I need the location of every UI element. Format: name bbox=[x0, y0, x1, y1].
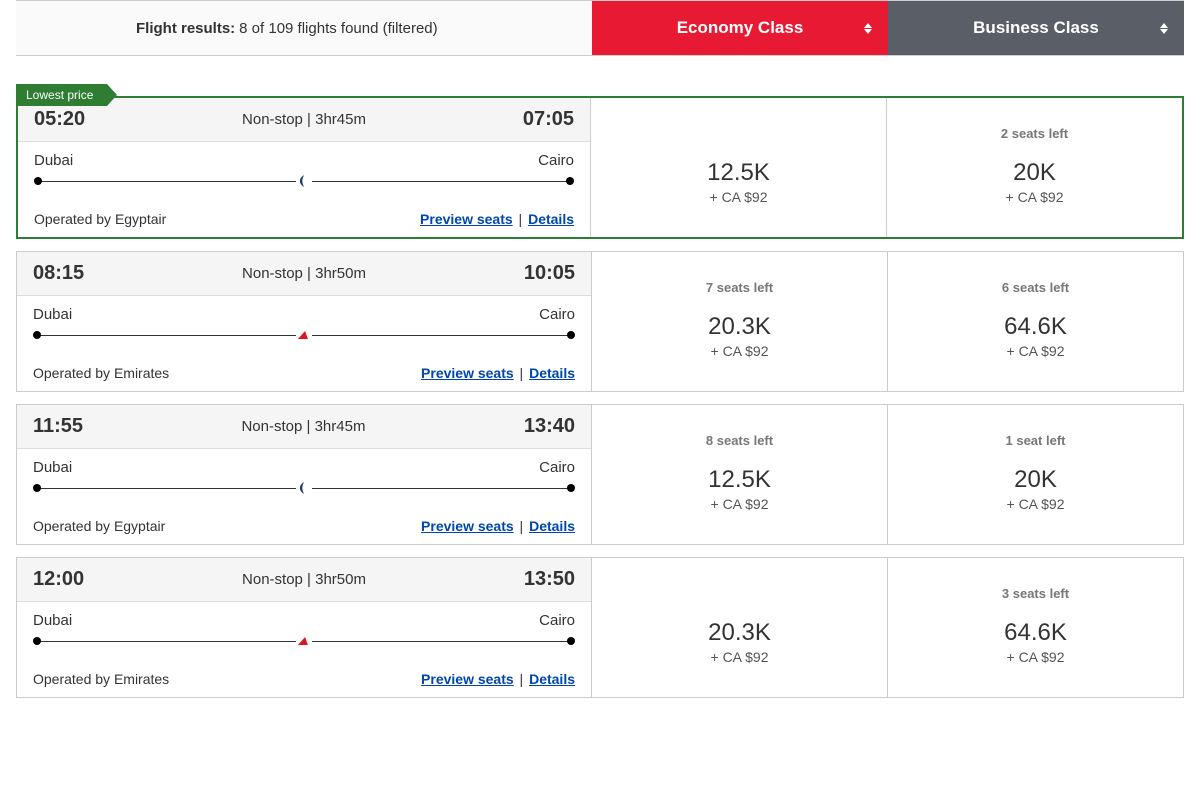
departure-time: 12:00 bbox=[33, 568, 84, 591]
results-summary: Flight results: 8 of 109 flights found (… bbox=[16, 1, 592, 55]
business-points: 64.6K bbox=[1004, 313, 1067, 341]
arrival-time: 13:40 bbox=[524, 415, 575, 438]
preview-seats-link[interactable]: Preview seats bbox=[420, 211, 513, 227]
preview-seats-link[interactable]: Preview seats bbox=[421, 518, 514, 534]
route-line bbox=[33, 325, 575, 345]
business-points: 20K bbox=[1013, 159, 1056, 187]
business-seats-left: 2 seats left bbox=[1001, 126, 1068, 141]
flight-info: 11:55 Non-stop | 3hr45m 13:40 Dubai Cair… bbox=[17, 405, 591, 544]
business-price-cell[interactable]: 6 seats left 64.6K + CA $92 bbox=[887, 252, 1183, 391]
business-extra: + CA $92 bbox=[1006, 189, 1064, 205]
lowest-price-badge: Lowest price bbox=[16, 84, 107, 106]
arrival-time: 10:05 bbox=[524, 262, 575, 285]
operated-by: Operated by Emirates bbox=[33, 365, 169, 381]
business-points: 64.6K bbox=[1004, 619, 1067, 647]
operated-by: Operated by Egyptair bbox=[33, 518, 165, 534]
results-count: 8 of 109 flights found (filtered) bbox=[239, 20, 437, 37]
economy-price-cell[interactable]: 8 seats left 12.5K + CA $92 bbox=[591, 405, 887, 544]
destination-city: Cairo bbox=[539, 306, 575, 323]
airline-icon bbox=[296, 173, 312, 189]
origin-city: Dubai bbox=[33, 459, 72, 476]
stops-duration: Non-stop | 3hr50m bbox=[242, 571, 366, 588]
operated-by: Operated by Emirates bbox=[33, 671, 169, 687]
preview-seats-link[interactable]: Preview seats bbox=[421, 671, 514, 687]
economy-points: 20.3K bbox=[708, 619, 771, 647]
route-line bbox=[33, 631, 575, 651]
business-price-cell[interactable]: 1 seat left 20K + CA $92 bbox=[887, 405, 1183, 544]
economy-extra: + CA $92 bbox=[710, 189, 768, 205]
economy-points: 20.3K bbox=[708, 313, 771, 341]
route-row: Dubai Cairo bbox=[18, 142, 590, 197]
route-line bbox=[33, 478, 575, 498]
business-class-header[interactable]: Business Class bbox=[888, 1, 1184, 55]
business-seats-left: 1 seat left bbox=[1006, 433, 1066, 448]
economy-price-cell[interactable]: . 20.3K + CA $92 bbox=[591, 558, 887, 697]
flight-info: 12:00 Non-stop | 3hr50m 13:50 Dubai Cair… bbox=[17, 558, 591, 697]
economy-extra: + CA $92 bbox=[711, 496, 769, 512]
origin-city: Dubai bbox=[33, 306, 72, 323]
results-header: Flight results: 8 of 109 flights found (… bbox=[16, 0, 1184, 56]
time-row: 08:15 Non-stop | 3hr50m 10:05 bbox=[17, 252, 591, 296]
preview-seats-link[interactable]: Preview seats bbox=[421, 365, 514, 381]
economy-class-header[interactable]: Economy Class bbox=[592, 1, 888, 55]
route-row: Dubai Cairo bbox=[17, 296, 591, 351]
stops-duration: Non-stop | 3hr50m bbox=[242, 265, 366, 282]
operated-by: Operated by Egyptair bbox=[34, 211, 166, 227]
economy-points: 12.5K bbox=[708, 466, 771, 494]
flight-card: 11:55 Non-stop | 3hr45m 13:40 Dubai Cair… bbox=[16, 404, 1184, 545]
route-row: Dubai Cairo bbox=[17, 449, 591, 504]
details-link[interactable]: Details bbox=[529, 365, 575, 381]
business-extra: + CA $92 bbox=[1007, 649, 1065, 665]
economy-price-cell[interactable]: 7 seats left 20.3K + CA $92 bbox=[591, 252, 887, 391]
arrival-time: 07:05 bbox=[523, 108, 574, 131]
economy-seats-left: 7 seats left bbox=[706, 280, 773, 295]
economy-extra: + CA $92 bbox=[711, 343, 769, 359]
economy-price-cell[interactable]: . 12.5K + CA $92 bbox=[590, 98, 886, 237]
stops-duration: Non-stop | 3hr45m bbox=[241, 418, 365, 435]
time-row: 11:55 Non-stop | 3hr45m 13:40 bbox=[17, 405, 591, 449]
airline-icon bbox=[296, 480, 312, 496]
route-line bbox=[34, 171, 574, 191]
results-label: Flight results: bbox=[136, 20, 235, 37]
time-row: 12:00 Non-stop | 3hr50m 13:50 bbox=[17, 558, 591, 602]
business-price-cell[interactable]: 3 seats left 64.6K + CA $92 bbox=[887, 558, 1183, 697]
sort-icon bbox=[1160, 23, 1168, 34]
airline-icon bbox=[296, 327, 312, 343]
departure-time: 08:15 bbox=[33, 262, 84, 285]
economy-seats-left: 8 seats left bbox=[706, 433, 773, 448]
business-seats-left: 3 seats left bbox=[1002, 586, 1069, 601]
origin-city: Dubai bbox=[33, 612, 72, 629]
departure-time: 05:20 bbox=[34, 108, 85, 131]
economy-label: Economy Class bbox=[677, 18, 804, 38]
flight-info: 08:15 Non-stop | 3hr50m 10:05 Dubai Cair… bbox=[17, 252, 591, 391]
destination-city: Cairo bbox=[539, 459, 575, 476]
stops-duration: Non-stop | 3hr45m bbox=[242, 111, 366, 128]
flight-card: 08:15 Non-stop | 3hr50m 10:05 Dubai Cair… bbox=[16, 251, 1184, 392]
business-extra: + CA $92 bbox=[1007, 496, 1065, 512]
business-price-cell[interactable]: 2 seats left 20K + CA $92 bbox=[886, 98, 1182, 237]
details-link[interactable]: Details bbox=[529, 518, 575, 534]
route-row: Dubai Cairo bbox=[17, 602, 591, 657]
business-extra: + CA $92 bbox=[1007, 343, 1065, 359]
economy-extra: + CA $92 bbox=[711, 649, 769, 665]
origin-city: Dubai bbox=[34, 152, 73, 169]
flight-info: 05:20 Non-stop | 3hr45m 07:05 Dubai Cair… bbox=[18, 98, 590, 237]
destination-city: Cairo bbox=[538, 152, 574, 169]
economy-points: 12.5K bbox=[707, 159, 770, 187]
business-points: 20K bbox=[1014, 466, 1057, 494]
flight-card: Lowest price 05:20 Non-stop | 3hr45m 07:… bbox=[16, 96, 1184, 239]
details-link[interactable]: Details bbox=[528, 211, 574, 227]
details-link[interactable]: Details bbox=[529, 671, 575, 687]
sort-icon bbox=[864, 23, 872, 34]
business-label: Business Class bbox=[973, 18, 1099, 38]
destination-city: Cairo bbox=[539, 612, 575, 629]
business-seats-left: 6 seats left bbox=[1002, 280, 1069, 295]
arrival-time: 13:50 bbox=[524, 568, 575, 591]
departure-time: 11:55 bbox=[33, 415, 83, 438]
airline-icon bbox=[296, 633, 312, 649]
flight-card: 12:00 Non-stop | 3hr50m 13:50 Dubai Cair… bbox=[16, 557, 1184, 698]
